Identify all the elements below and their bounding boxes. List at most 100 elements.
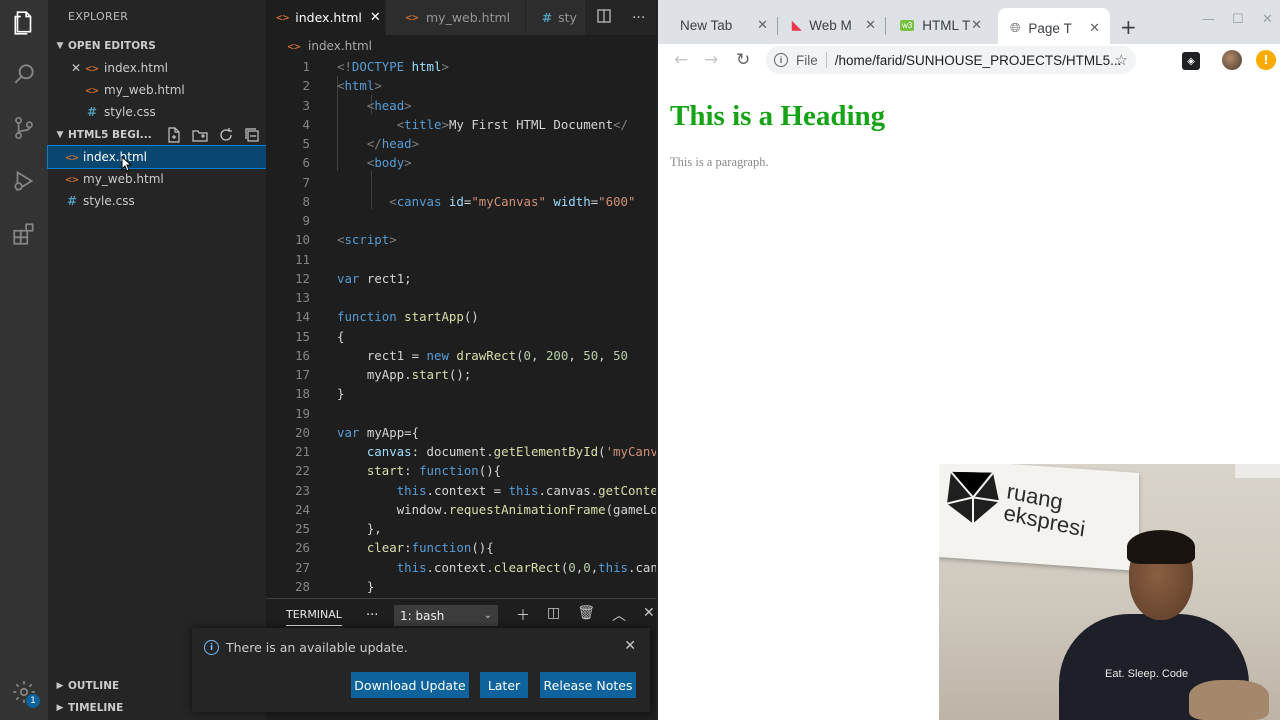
open-editors-label: OPEN EDITORS bbox=[68, 40, 156, 52]
update-alert-icon[interactable]: ! bbox=[1256, 50, 1276, 70]
close-panel-icon[interactable]: ✕ bbox=[643, 605, 655, 625]
css-file-icon: # bbox=[542, 10, 553, 25]
css-file-icon: # bbox=[86, 105, 98, 119]
trash-icon[interactable]: 🗑 bbox=[577, 605, 595, 625]
extension-icon[interactable]: ◈ bbox=[1182, 52, 1200, 70]
page-heading: This is a Heading bbox=[670, 100, 886, 132]
browser-tab-web[interactable]: ◣ Web M ✕ bbox=[778, 8, 886, 42]
file-item-index[interactable]: <> index.html bbox=[47, 145, 267, 169]
browser-tab-new-tab[interactable]: New Tab ✕ bbox=[658, 8, 778, 42]
line-number: 21 bbox=[295, 444, 310, 459]
line-number: 22 bbox=[295, 463, 310, 479]
editor-actions: ··· bbox=[586, 0, 656, 35]
code-text: window.requestAnimationFrame(gameLoop bbox=[396, 501, 656, 517]
refresh-icon[interactable] bbox=[218, 127, 234, 143]
bookmark-star-icon[interactable]: ☆ bbox=[1115, 51, 1128, 69]
open-editor-name: my_web.html bbox=[104, 83, 185, 97]
code-text: var myApp={ bbox=[337, 424, 420, 440]
open-editor-item[interactable]: <> my_web.html bbox=[48, 79, 266, 101]
line-number: 28 bbox=[295, 578, 310, 594]
new-file-icon[interactable] bbox=[166, 127, 182, 143]
code-line: 23 this.context = this.canvas.getContext bbox=[266, 481, 656, 500]
shirt-text: Eat. Sleep. Code bbox=[1105, 668, 1189, 680]
minimize-icon[interactable]: — bbox=[1202, 12, 1215, 27]
explorer-sidebar: EXPLORER ▼ OPEN EDITORS ✕ <> index.html … bbox=[47, 0, 267, 720]
source-control-icon[interactable] bbox=[8, 112, 40, 144]
outline-label: OUTLINE bbox=[68, 680, 120, 692]
chevron-down-icon: ▼ bbox=[56, 130, 64, 140]
forward-icon[interactable]: → bbox=[704, 50, 718, 70]
code-text: <html> bbox=[337, 78, 382, 94]
browser-tab-title: Page T bbox=[1028, 20, 1072, 36]
extensions-icon[interactable] bbox=[8, 218, 40, 250]
close-icon[interactable]: ✕ bbox=[1089, 20, 1100, 36]
split-editor-icon[interactable] bbox=[597, 8, 611, 27]
explorer-icon[interactable] bbox=[8, 7, 40, 39]
code-text: <body> bbox=[366, 155, 412, 171]
code-line: 9 bbox=[266, 211, 656, 230]
browser-tab-html[interactable]: w3 HTML T ✕ bbox=[886, 8, 992, 42]
code-text: <script> bbox=[337, 232, 397, 248]
ruang-ekspresi-logo bbox=[946, 471, 1000, 524]
code-text: </head> bbox=[366, 136, 420, 151]
code-line: 25 }, bbox=[266, 519, 656, 538]
code-text: start: function(){ bbox=[366, 463, 502, 479]
split-terminal-icon[interactable]: ◫ bbox=[547, 605, 560, 625]
file-item-my-web[interactable]: <> my_web.html bbox=[48, 168, 266, 190]
browser-tab-title: New Tab bbox=[680, 17, 733, 33]
download-update-button[interactable]: Download Update bbox=[351, 672, 469, 698]
project-folder-header[interactable]: ▼ HTML5 BEGI... bbox=[48, 124, 266, 146]
terminal-select[interactable]: 1: bash ⌄ bbox=[394, 605, 498, 626]
avatar[interactable] bbox=[1222, 50, 1242, 70]
address-bar[interactable]: i File /home/farid/SUNHOUSE_PROJECTS/HTM… bbox=[766, 46, 1136, 74]
more-actions-icon[interactable]: ··· bbox=[366, 608, 378, 623]
later-button[interactable]: Later bbox=[480, 672, 528, 698]
code-line: 18} bbox=[266, 384, 656, 403]
browser-tab-title: HTML T bbox=[922, 17, 971, 33]
terminal-select-value: 1: bash bbox=[400, 608, 445, 623]
terminal-tab[interactable]: TERMINAL bbox=[286, 608, 342, 626]
close-icon[interactable]: ✕ bbox=[624, 638, 636, 654]
new-tab-icon[interactable]: + bbox=[1120, 15, 1137, 39]
back-icon[interactable]: ← bbox=[674, 50, 688, 70]
new-terminal-icon[interactable]: ＋ bbox=[516, 605, 530, 625]
maximize-icon[interactable]: ☐ bbox=[1232, 12, 1244, 27]
close-icon[interactable]: ✕ bbox=[68, 61, 84, 75]
code-text: rect1 = new drawRect(0, 200, 50, 50 bbox=[366, 347, 629, 363]
release-notes-button[interactable]: Release Notes bbox=[540, 672, 636, 698]
browser-tab-page[interactable]: 🌐︎ Page T ✕ bbox=[998, 8, 1110, 48]
tab-style-css[interactable]: # sty bbox=[526, 0, 586, 35]
code-line: 17 myApp.start(); bbox=[266, 365, 656, 384]
close-icon[interactable]: ✕ bbox=[865, 17, 876, 33]
more-actions-icon[interactable]: ··· bbox=[632, 10, 645, 26]
breadcrumb-file: index.html bbox=[308, 39, 372, 53]
code-text: { bbox=[337, 328, 345, 344]
code-area[interactable]: 1 <!DOCTYPE html> 2 <html> 3 <head> 4 <title>… bbox=[266, 57, 656, 598]
run-debug-icon[interactable] bbox=[8, 165, 40, 197]
line-number: 25 bbox=[295, 521, 310, 536]
close-icon[interactable]: ✕ bbox=[971, 17, 982, 33]
tab-my-web-html[interactable]: <> my_web.html bbox=[386, 0, 526, 35]
open-editor-item[interactable]: ✕ <> index.html bbox=[48, 57, 266, 79]
css-file-icon: # bbox=[66, 194, 78, 208]
collapse-all-icon[interactable] bbox=[244, 127, 260, 143]
chevron-up-icon[interactable]: ︿ bbox=[612, 605, 626, 625]
chevron-down-icon: ⌄ bbox=[483, 610, 492, 621]
html-file-icon: <> bbox=[85, 83, 99, 97]
search-icon[interactable] bbox=[8, 58, 40, 90]
open-editor-item[interactable]: # style.css bbox=[48, 101, 266, 123]
line-number: 16 bbox=[295, 347, 310, 363]
reload-icon[interactable]: ↻ bbox=[736, 50, 750, 70]
tab-index-html[interactable]: <> index.html ✕ bbox=[266, 0, 386, 35]
close-icon[interactable]: ✕ bbox=[757, 17, 768, 33]
code-line: 13 bbox=[266, 288, 656, 307]
open-editors-header[interactable]: ▼ OPEN EDITORS bbox=[48, 35, 266, 57]
code-line: 16 rect1 = new drawRect(0, 200, 50, 50 bbox=[266, 346, 656, 365]
close-icon[interactable]: ✕ bbox=[370, 10, 381, 25]
tab-label: sty bbox=[558, 10, 577, 25]
breadcrumb[interactable]: <> index.html bbox=[286, 39, 372, 53]
notification-text: There is an available update. bbox=[226, 640, 408, 655]
new-folder-icon[interactable] bbox=[192, 127, 208, 143]
window-close-icon[interactable]: ✕ bbox=[1262, 12, 1273, 27]
file-item-style[interactable]: # style.css bbox=[48, 190, 266, 212]
